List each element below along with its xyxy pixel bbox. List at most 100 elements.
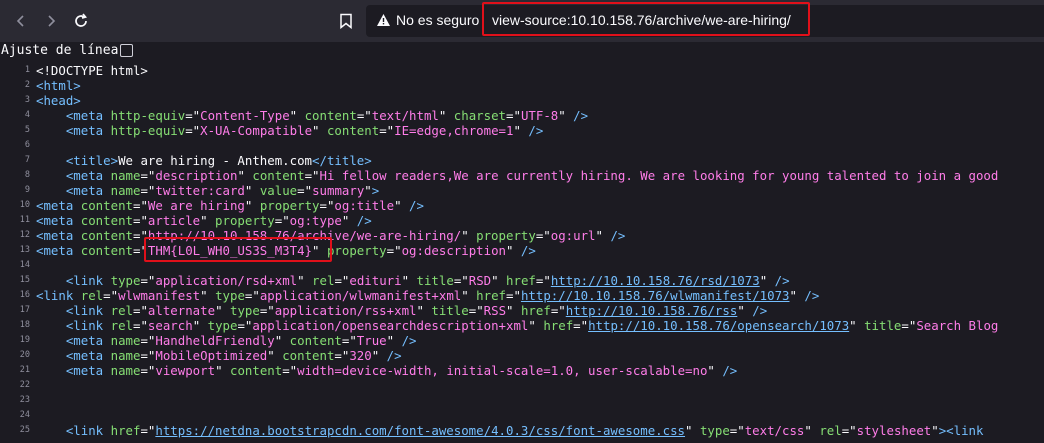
code-token: =" xyxy=(274,213,290,228)
code-token: " xyxy=(789,288,805,303)
line-number: 23 xyxy=(19,395,30,405)
code-token: =" xyxy=(550,303,566,318)
forward-button[interactable] xyxy=(38,8,64,34)
code-token: content xyxy=(326,123,380,138)
code-token: " xyxy=(200,213,216,228)
code-token: alternate xyxy=(147,303,216,318)
source-line: 8 <meta name="description" content="Hi f… xyxy=(0,168,1044,183)
code-token: href xyxy=(520,303,551,318)
code-token: =" xyxy=(334,348,350,363)
code-token: ><link xyxy=(938,423,984,438)
code-token: =" xyxy=(140,348,156,363)
code-token: Hi fellow readers,We are currently hirin… xyxy=(319,168,999,183)
line-number: 19 xyxy=(19,335,30,345)
code-token: =" xyxy=(535,273,551,288)
code-token: " xyxy=(438,108,454,123)
code-token: " xyxy=(267,348,283,363)
code-token: <!DOCTYPE html> xyxy=(36,63,148,78)
code-token: " xyxy=(528,318,544,333)
line-number: 22 xyxy=(19,380,30,390)
code-token: " xyxy=(215,303,230,318)
code-token: content xyxy=(80,198,133,213)
code-token: text/html xyxy=(371,108,439,123)
code-token: <meta xyxy=(65,168,111,183)
code-token: <meta xyxy=(36,243,81,258)
line-number: 11 xyxy=(19,215,30,225)
line-number: 15 xyxy=(19,275,30,285)
line-code: <link rel="alternate" type="application/… xyxy=(36,303,767,318)
code-token: <html> xyxy=(36,78,81,93)
code-token: href xyxy=(476,288,507,303)
source-link[interactable]: http://10.10.158.76/rsd/1073 xyxy=(551,273,760,288)
code-token: <link xyxy=(65,303,111,318)
code-token: =" xyxy=(185,123,201,138)
source-link[interactable]: http://10.10.158.76/wlwmanifest/1073 xyxy=(521,288,790,303)
code-token: application/rsd+xml xyxy=(155,273,298,288)
code-token: <link xyxy=(65,318,111,333)
arrow-left-icon xyxy=(16,15,24,27)
wrap-lines-label: Ajuste de línea xyxy=(1,43,119,58)
code-token: > xyxy=(371,183,380,198)
source-line: 6 xyxy=(0,138,1044,153)
code-token: type xyxy=(110,273,141,288)
code-token: og:description xyxy=(401,243,506,258)
code-token: <link xyxy=(65,273,111,288)
url-text[interactable]: view-source:10.10.158.76/archive/we-are-… xyxy=(492,12,791,28)
code-token: og:title xyxy=(334,198,395,213)
code-token: title xyxy=(864,318,902,333)
code-token: =" xyxy=(140,273,156,288)
source-line: 11 <meta content="article" property="og:t… xyxy=(0,213,1044,228)
reload-button[interactable] xyxy=(68,8,94,34)
code-token: title xyxy=(431,303,469,318)
code-token: /> xyxy=(804,288,820,303)
warning-icon[interactable] xyxy=(376,13,391,27)
code-token: " xyxy=(461,228,477,243)
code-token: " xyxy=(274,333,290,348)
code-token: application/opensearchdescription+xml xyxy=(252,318,529,333)
code-token: =" xyxy=(356,108,372,123)
code-token: " xyxy=(244,198,260,213)
code-token: " xyxy=(289,108,305,123)
line-code: <link href="https://netdna.bootstrapcdn.… xyxy=(36,423,984,438)
code-token: /> xyxy=(401,333,417,348)
security-label[interactable]: No es seguro xyxy=(396,12,479,28)
code-token: =" xyxy=(841,423,857,438)
code-token: " xyxy=(491,273,507,288)
line-number: 10 xyxy=(19,200,30,210)
back-button[interactable] xyxy=(8,8,34,34)
line-number: 8 xyxy=(24,170,30,180)
code-token: =" xyxy=(140,423,156,438)
code-token: /> xyxy=(774,273,790,288)
code-token: " xyxy=(461,288,477,303)
source-line: 7 <title>We are hiring - Anthem.com</tit… xyxy=(0,153,1044,168)
code-token: =" xyxy=(259,303,275,318)
code-token: name xyxy=(110,168,141,183)
line-number: 3 xyxy=(24,95,30,105)
view-source-bar: Ajuste de línea xyxy=(0,42,1044,60)
line-number: 9 xyxy=(24,185,30,195)
source-line: 17 <link rel="alternate" type="applicati… xyxy=(0,303,1044,318)
bookmark-button[interactable] xyxy=(334,8,358,34)
source-link[interactable]: http://10.10.158.76/rss xyxy=(566,303,738,318)
code-token: type xyxy=(699,423,730,438)
line-number: 25 xyxy=(19,425,30,435)
source-link[interactable]: https://netdna.bootstrapcdn.com/font-awe… xyxy=(155,423,685,438)
code-token: <link xyxy=(36,288,81,303)
code-token: RSS xyxy=(483,303,507,318)
code-token: http-equiv xyxy=(110,108,186,123)
code-token: /> xyxy=(386,348,402,363)
source-line: 2 <html> xyxy=(0,78,1044,93)
code-token: type xyxy=(229,303,260,318)
wrap-lines-checkbox[interactable] xyxy=(120,44,133,57)
code-token: " xyxy=(386,333,402,348)
code-token: =" xyxy=(334,273,350,288)
code-token: property xyxy=(326,243,387,258)
code-token: rel xyxy=(110,318,133,333)
code-token: =" xyxy=(237,318,253,333)
url-bar[interactable]: No es seguro view-source:10.10.158.76/ar… xyxy=(366,2,1044,37)
source-link[interactable]: http://10.10.158.76/opensearch/1073 xyxy=(588,318,849,333)
code-token: content xyxy=(80,213,133,228)
line-code: <meta http-equiv="X-UA-Compatible" conte… xyxy=(36,123,543,138)
code-token: content xyxy=(289,333,342,348)
source-line: 1 <!DOCTYPE html> xyxy=(0,63,1044,78)
